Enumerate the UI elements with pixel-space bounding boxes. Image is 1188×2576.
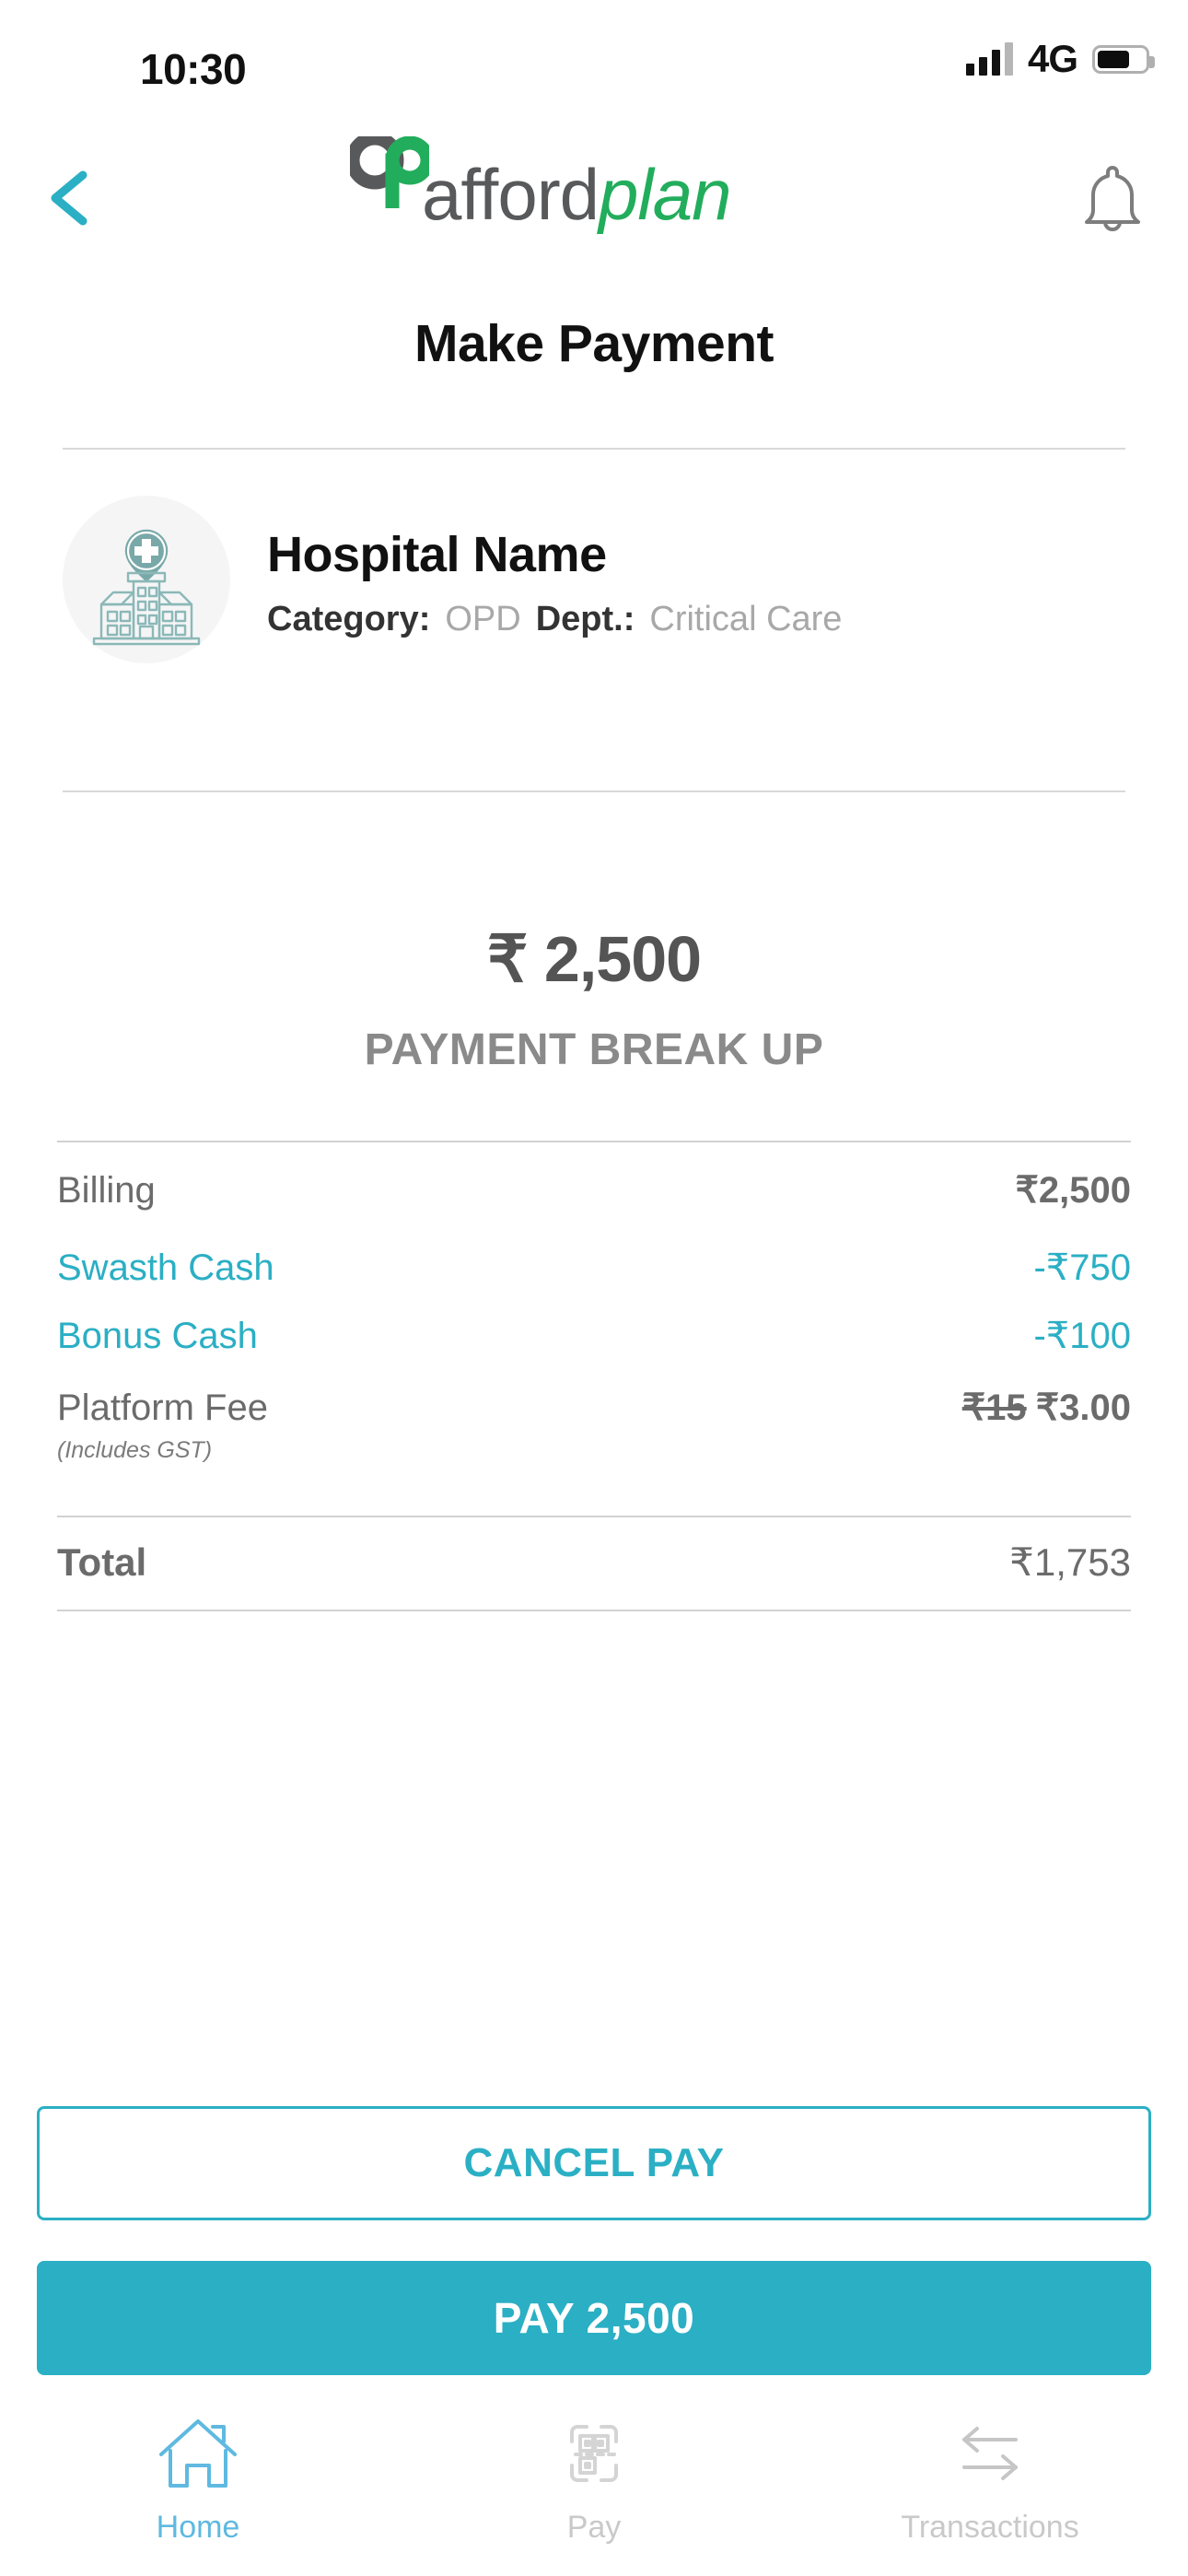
battery-icon: [1092, 44, 1155, 74]
table-row: Bonus Cash -₹100: [57, 1316, 1131, 1356]
hospital-info: Hospital Name Category: OPD Dept.: Critical…: [63, 496, 842, 663]
status-bar-indicators: 4G: [965, 37, 1155, 80]
network-type-label: 4G: [1027, 37, 1078, 80]
table-rule-above-total: [57, 1516, 1131, 1517]
battery-level-fill: [1098, 50, 1129, 68]
dept-value: Critical Care: [649, 600, 843, 638]
nav-item-transactions[interactable]: Transactions: [792, 2414, 1188, 2546]
table-rule-bottom: [57, 1610, 1131, 1612]
category-value: OPD: [445, 600, 521, 638]
make-payment-screen: 10:30 4G affordplan Make Payment Hospita…: [0, 0, 1188, 2576]
table-row-total: Total ₹1,753: [57, 1540, 1131, 1584]
row-value: -₹750: [1033, 1247, 1131, 1288]
table-rule-top: [57, 1141, 1131, 1142]
table-row-platform-fee: Platform Fee (Includes GST) ₹15 ₹3.00: [57, 1388, 1131, 1464]
home-icon: [159, 2419, 237, 2488]
cancel-pay-button[interactable]: CANCEL PAY: [37, 2106, 1151, 2220]
row-value: -₹100: [1033, 1316, 1131, 1356]
transfer-arrows-icon: [962, 2427, 1018, 2480]
platform-fee-value: ₹3.00: [1035, 1388, 1131, 1428]
row-label: Bonus Cash: [57, 1316, 258, 1356]
bottom-navigation: Home Pay Transactions: [0, 2392, 1188, 2576]
divider-top: [63, 448, 1125, 450]
payment-breakup-table: Billing ₹2,500 Swasth Cash -₹750 Bonus C…: [57, 1141, 1131, 1612]
pay-button[interactable]: PAY 2,500: [37, 2261, 1151, 2375]
row-label: Billing: [57, 1170, 156, 1211]
signal-bars-icon: [965, 42, 1013, 76]
dept-label: Dept.:: [535, 600, 635, 638]
nav-item-home[interactable]: Home: [0, 2414, 396, 2546]
row-label: Platform Fee: [57, 1388, 268, 1428]
hospital-text-block: Hospital Name Category: OPD Dept.: Critical…: [267, 522, 842, 637]
divider-middle: [63, 790, 1125, 792]
logo-word-secondary: plan: [599, 154, 731, 235]
hospital-building-icon: [92, 529, 201, 646]
nav-item-pay[interactable]: Pay: [396, 2414, 792, 2546]
row-value: ₹2,500: [1015, 1170, 1131, 1211]
row-value: ₹15 ₹3.00: [962, 1388, 1131, 1428]
breakup-heading: PAYMENT BREAK UP: [364, 1025, 824, 1074]
nav-label-pay: Pay: [566, 2510, 622, 2545]
platform-fee-note: (Includes GST): [57, 1437, 213, 1463]
logo-word-primary: afford: [422, 154, 600, 235]
table-row: Billing ₹2,500: [57, 1170, 1131, 1211]
total-amount-display: ₹ 2,500: [486, 923, 702, 995]
affordplan-logo-icon: [350, 136, 429, 208]
category-label: Category:: [267, 600, 431, 638]
page-title: Make Payment: [413, 314, 775, 373]
platform-fee-original-value: ₹15: [961, 1388, 1027, 1428]
table-row: Swasth Cash -₹750: [57, 1247, 1131, 1288]
hospital-meta: Category: OPD Dept.: Critical Care: [267, 602, 842, 637]
nav-label-transactions: Transactions: [901, 2510, 1079, 2545]
total-label: Total: [57, 1540, 147, 1584]
row-label: Swasth Cash: [57, 1247, 274, 1288]
nav-label-home: Home: [156, 2510, 240, 2545]
hospital-name: Hospital Name: [267, 527, 607, 582]
hospital-icon-container: [63, 496, 230, 663]
status-bar: 10:30 4G: [0, 0, 1188, 101]
status-bar-time: 10:30: [140, 45, 247, 93]
qr-scan-icon: [570, 2425, 618, 2482]
total-value: ₹1,753: [1009, 1540, 1131, 1584]
app-logo: affordplan: [0, 136, 1188, 245]
